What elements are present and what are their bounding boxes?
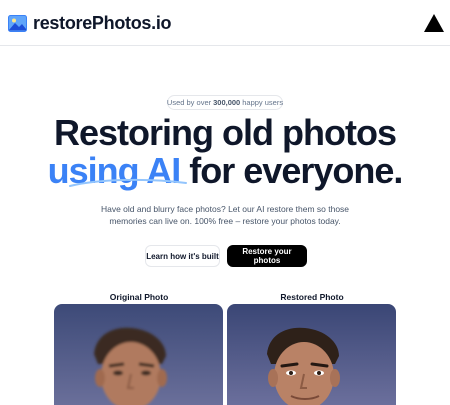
users-badge: Used by over 300,000 happy users — [167, 95, 283, 110]
brand-link[interactable]: restorePhotos.io — [8, 10, 172, 36]
original-photo-label: Original Photo — [109, 292, 169, 302]
hero-rest: for everyone. — [189, 150, 403, 191]
accent-underline-icon — [69, 178, 187, 187]
badge-prefix: Used by over — [166, 98, 212, 107]
hero-subtitle: Have old and blurry face photos? Let our… — [100, 204, 350, 226]
hero-line-1: Restoring old photos — [54, 112, 397, 153]
site-header: restorePhotos.io — [0, 0, 450, 46]
restored-photo-image — [227, 304, 396, 405]
restored-photo-label: Restored Photo — [280, 292, 344, 302]
badge-count: 300,000 — [213, 98, 241, 107]
vercel-triangle-icon[interactable] — [424, 14, 444, 32]
brand-name: restorePhotos.io — [33, 12, 172, 33]
restore-photos-button[interactable]: Restore your photos — [227, 245, 307, 267]
restored-photo — [227, 304, 396, 405]
photo-icon — [8, 14, 27, 32]
original-photo — [54, 304, 223, 405]
badge-suffix: happy users — [242, 98, 284, 107]
original-photo-image — [54, 304, 223, 405]
learn-how-button[interactable]: Learn how it's built — [145, 245, 220, 267]
